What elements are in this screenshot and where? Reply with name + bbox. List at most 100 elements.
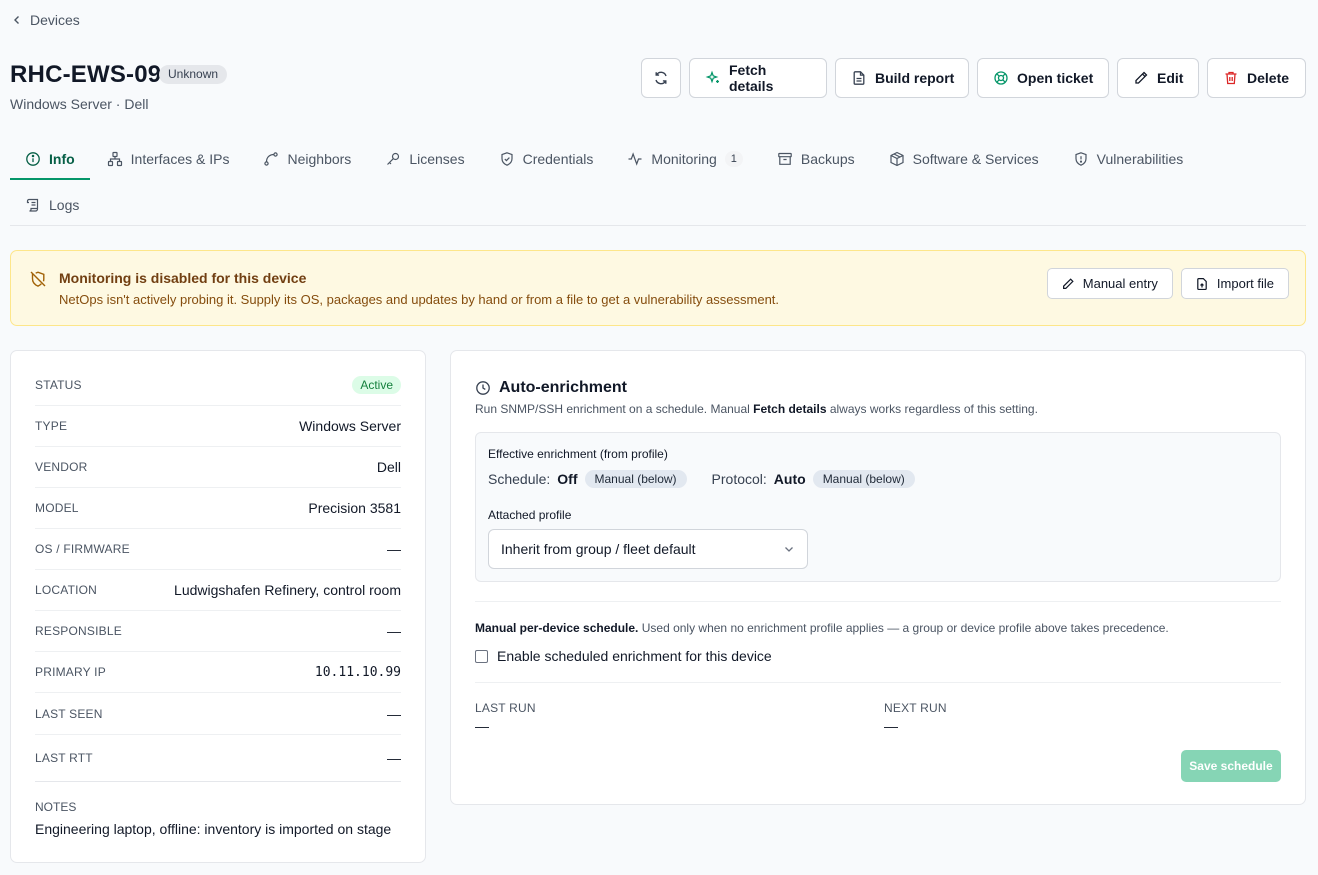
info-row-primary-ip: PRIMARY IP 10.11.10.99	[35, 652, 401, 693]
delete-button[interactable]: Delete	[1207, 58, 1306, 98]
build-report-label: Build report	[875, 70, 955, 86]
refresh-button[interactable]	[641, 58, 681, 98]
next-run-value: —	[884, 718, 898, 734]
desc-bold: Fetch details	[753, 402, 827, 416]
info-key: OS / FIRMWARE	[35, 542, 130, 556]
info-value: —	[387, 750, 401, 766]
info-value: —	[387, 623, 401, 639]
enrichment-title-text: Auto-enrichment	[499, 379, 627, 396]
breadcrumb-devices[interactable]: Devices	[12, 11, 80, 29]
open-ticket-button[interactable]: Open ticket	[977, 58, 1109, 98]
info-key: VENDOR	[35, 460, 88, 474]
info-icon	[25, 151, 41, 167]
network-icon	[107, 151, 123, 167]
tab-info[interactable]: Info	[10, 138, 90, 180]
schedule-chip: Manual (below)	[584, 470, 687, 488]
import-file-button[interactable]: Import file	[1180, 268, 1289, 299]
info-row-vendor: VENDOR Dell	[35, 447, 401, 488]
info-key: MODEL	[35, 501, 79, 515]
fetch-details-label: Fetch details	[729, 62, 774, 94]
shield-check-icon	[499, 151, 515, 167]
info-value: Windows Server	[299, 418, 401, 434]
breadcrumb-label: Devices	[30, 12, 80, 28]
enrichment-description: Run SNMP/SSH enrichment on a schedule. M…	[475, 402, 1038, 416]
pencil-icon	[1061, 277, 1075, 291]
manual-entry-label: Manual entry	[1082, 276, 1158, 291]
file-upload-icon	[1195, 277, 1209, 291]
tab-monitoring[interactable]: Monitoring 1	[610, 138, 760, 180]
info-value: Precision 3581	[308, 500, 401, 516]
toolbar: Fetch details Build report Open ticket E…	[641, 58, 1306, 98]
tab-bar: Info Interfaces & IPs Neighbors Licenses…	[10, 138, 1200, 180]
shield-off-icon	[29, 270, 47, 288]
tab-backups[interactable]: Backups	[760, 138, 872, 180]
chevron-left-icon	[12, 15, 22, 25]
profile-label: Attached profile	[488, 508, 572, 522]
profile-select[interactable]: Inherit from group / fleet default	[488, 529, 808, 569]
edit-label: Edit	[1157, 70, 1184, 86]
route-icon	[263, 151, 279, 167]
info-value: —	[387, 541, 401, 557]
enable-schedule-row[interactable]: Enable scheduled enrichment for this dev…	[475, 648, 772, 664]
enrichment-title: Auto-enrichment	[475, 379, 627, 397]
info-value: 10.11.10.99	[314, 664, 401, 680]
tab-neighbors[interactable]: Neighbors	[246, 138, 368, 180]
auto-enrichment-card: Auto-enrichment Run SNMP/SSH enrichment …	[450, 350, 1306, 805]
tab-label: Licenses	[409, 151, 465, 167]
tabs-divider	[10, 225, 1306, 226]
next-run-label: NEXT RUN	[884, 701, 947, 715]
edit-button[interactable]: Edit	[1117, 58, 1199, 98]
tab-licenses[interactable]: Licenses	[368, 138, 481, 180]
notes-value: Engineering laptop, offline: inventory i…	[35, 821, 392, 837]
file-text-icon	[851, 70, 867, 86]
open-ticket-label: Open ticket	[1017, 70, 1094, 86]
refresh-icon	[653, 70, 669, 86]
info-value: —	[387, 706, 401, 722]
info-row-last-seen: LAST SEEN —	[35, 694, 401, 735]
archive-icon	[777, 151, 793, 167]
tab-interfaces[interactable]: Interfaces & IPs	[90, 138, 247, 180]
divider	[475, 601, 1281, 602]
info-row-responsible: RESPONSIBLE —	[35, 611, 401, 652]
tab-label: Vulnerabilities	[1096, 151, 1184, 167]
tab-vulnerabilities[interactable]: Vulnerabilities	[1056, 138, 1201, 180]
tab-label: Neighbors	[287, 151, 352, 167]
protocol-value: Auto	[773, 471, 806, 487]
build-report-button[interactable]: Build report	[835, 58, 969, 98]
enable-schedule-label[interactable]: Enable scheduled enrichment for this dev…	[497, 648, 772, 664]
device-info-card: STATUS Active TYPE Windows Server VENDOR…	[10, 350, 426, 863]
info-row-status: STATUS Active	[35, 365, 401, 406]
tab-software[interactable]: Software & Services	[872, 138, 1056, 180]
tab-bar-row2: Logs	[10, 184, 94, 224]
desc-prefix: Run SNMP/SSH enrichment on a schedule. M…	[475, 402, 754, 416]
fetch-details-button[interactable]: Fetch details	[689, 58, 827, 98]
monitoring-count-badge: 1	[724, 151, 743, 167]
info-key: LAST SEEN	[35, 707, 103, 721]
protocol-label: Protocol:	[711, 471, 767, 487]
tab-label: Software & Services	[912, 151, 1039, 167]
alert-text: NetOps isn't actively probing it. Supply…	[59, 292, 780, 307]
info-key: PRIMARY IP	[35, 665, 106, 679]
effective-enrichment-box: Effective enrichment (from profile) Sche…	[475, 432, 1281, 582]
scroll-icon	[25, 197, 41, 213]
trash-icon	[1223, 70, 1239, 86]
tab-logs[interactable]: Logs	[10, 184, 94, 226]
info-key: RESPONSIBLE	[35, 624, 122, 638]
alert-title: Monitoring is disabled for this device	[59, 270, 307, 286]
info-key: TYPE	[35, 419, 68, 433]
manual-entry-button[interactable]: Manual entry	[1046, 268, 1173, 299]
sparkles-icon	[705, 70, 721, 86]
tab-credentials[interactable]: Credentials	[482, 138, 611, 180]
tab-label: Info	[49, 151, 75, 167]
delete-label: Delete	[1247, 70, 1290, 86]
tab-label: Monitoring	[651, 151, 717, 167]
info-key: LOCATION	[35, 583, 98, 597]
enable-schedule-checkbox[interactable]	[475, 649, 488, 663]
divider	[475, 682, 1281, 683]
protocol-chip: Manual (below)	[812, 470, 915, 488]
info-value: Ludwigshafen Refinery, control room	[174, 582, 401, 598]
save-schedule-button[interactable]: Save schedule	[1181, 750, 1281, 782]
info-key: STATUS	[35, 378, 82, 392]
desc-suffix: always works regardless of this setting.	[826, 402, 1038, 416]
tab-label: Logs	[49, 197, 80, 213]
